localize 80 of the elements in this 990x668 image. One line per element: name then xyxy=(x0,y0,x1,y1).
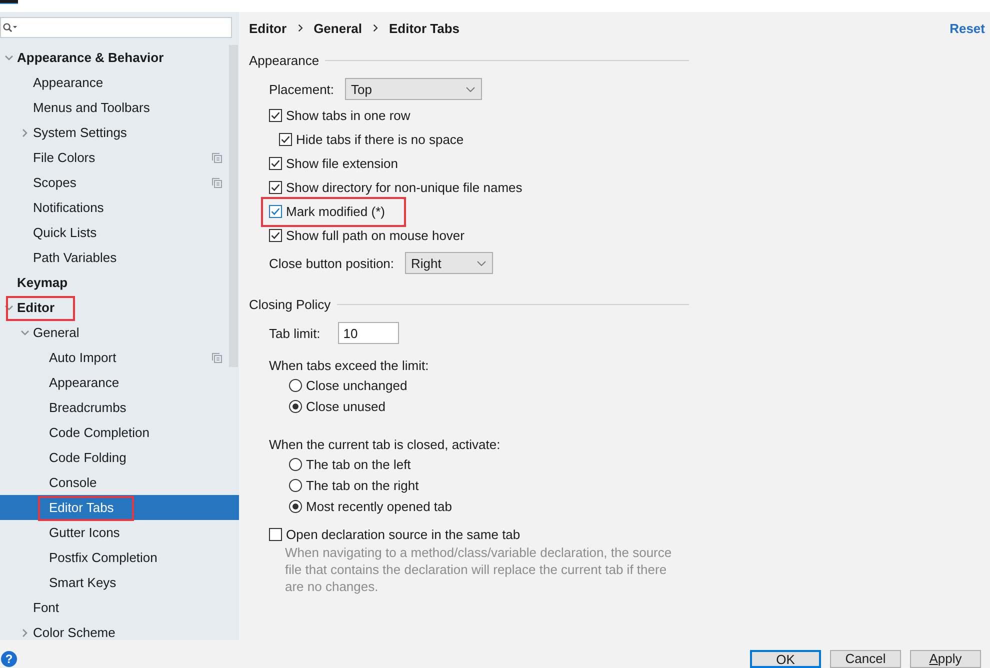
search-field[interactable] xyxy=(0,17,232,38)
tree-item[interactable]: Path Variables xyxy=(0,245,239,270)
checkbox[interactable] xyxy=(269,528,282,540)
tree-item[interactable]: Font xyxy=(0,595,239,620)
tree-item[interactable]: Console xyxy=(0,470,239,495)
checkbox[interactable] xyxy=(269,156,282,170)
breadcrumb-item: General xyxy=(314,20,362,36)
checkbox[interactable] xyxy=(279,132,292,146)
chevron-down-icon xyxy=(477,260,486,266)
breadcrumb-item: Editor Tabs xyxy=(388,20,460,36)
dialog-button[interactable]: OK xyxy=(750,650,821,668)
input-field[interactable]: 10 xyxy=(338,322,400,344)
tree-item[interactable]: Gutter Icons xyxy=(0,520,239,545)
tree-item[interactable]: Color Scheme xyxy=(0,620,239,640)
chevron-down-icon[interactable] xyxy=(5,54,13,62)
help-button[interactable]: ? xyxy=(1,651,17,667)
checkbox[interactable] xyxy=(269,228,282,242)
group-label: When tabs exceed the limit: xyxy=(269,356,429,374)
tree-item[interactable]: System Settings xyxy=(0,120,239,145)
tree-item[interactable]: Appearance & Behavior xyxy=(0,45,239,70)
tree-item[interactable]: Appearance xyxy=(0,370,239,395)
option-description: When navigating to a method/class/variable declaration, the source file that contains the declaration will replace the current tab if there are no changes. xyxy=(285,544,673,595)
radio-button[interactable] xyxy=(289,400,302,413)
tree-item[interactable]: Keymap xyxy=(0,270,239,295)
radio-button[interactable] xyxy=(289,479,302,492)
radio-button[interactable] xyxy=(289,458,302,471)
chevron-right-icon xyxy=(372,24,378,32)
checkbox-label[interactable]: Mark modified (*) xyxy=(286,204,385,218)
tree-item[interactable]: Scopes xyxy=(0,170,239,195)
tree-item[interactable]: Appearance xyxy=(0,70,239,95)
reset-link[interactable]: Reset xyxy=(950,20,985,36)
tree-item[interactable]: Menus and Toolbars xyxy=(0,95,239,120)
tree-item[interactable]: Postfix Completion xyxy=(0,545,239,570)
tree-item[interactable]: Smart Keys xyxy=(0,570,239,595)
field-label: Placement: xyxy=(269,82,334,96)
checkbox[interactable] xyxy=(269,108,282,122)
field-label: Close button position: xyxy=(269,256,394,270)
chevron-right-icon[interactable] xyxy=(21,128,29,136)
tree-item[interactable]: Editor xyxy=(0,295,239,320)
chevron-right-icon[interactable] xyxy=(21,628,29,636)
dropdown[interactable]: Top xyxy=(345,78,482,100)
checkbox-label[interactable]: Hide tabs if there is no space xyxy=(296,132,464,146)
tree-item[interactable]: File Colors xyxy=(0,145,239,170)
breadcrumb-item: Editor xyxy=(249,20,287,36)
radio-button[interactable] xyxy=(289,500,302,513)
radio-label[interactable]: The tab on the left xyxy=(306,457,411,472)
checkbox[interactable] xyxy=(269,180,282,194)
radio-label[interactable]: Close unchanged xyxy=(306,378,408,393)
app-icon xyxy=(0,0,18,4)
radio-button[interactable] xyxy=(289,379,302,392)
group-label: When the current tab is closed, activate: xyxy=(269,436,500,454)
tree-item[interactable]: Notifications xyxy=(0,195,239,220)
dialog-button[interactable]: Apply xyxy=(910,650,981,668)
radio-label[interactable]: The tab on the right xyxy=(306,478,419,493)
chevron-down-icon xyxy=(466,86,476,92)
checkbox-label[interactable]: Show file extension xyxy=(286,156,398,170)
section-title: Closing Policy xyxy=(249,296,331,312)
tree-item[interactable]: Code Completion xyxy=(0,420,239,445)
radio-label[interactable]: Close unused xyxy=(306,399,386,414)
tree-item[interactable]: Breadcrumbs xyxy=(0,395,239,420)
tree-item[interactable]: Quick Lists xyxy=(0,220,239,245)
checkbox[interactable] xyxy=(269,204,282,218)
checkbox-label[interactable]: Show full path on mouse hover xyxy=(286,228,464,242)
section-title: Appearance xyxy=(249,52,320,68)
chevron-right-icon xyxy=(298,24,303,32)
search-icon xyxy=(3,23,18,32)
tree-item[interactable]: General xyxy=(0,320,239,345)
tree-item[interactable]: Auto Import xyxy=(0,345,239,370)
dialog-button[interactable]: Cancel xyxy=(830,650,901,668)
checkbox-label[interactable]: Open declaration source in the same tab xyxy=(286,526,520,542)
chevron-down-icon[interactable] xyxy=(5,304,13,312)
dropdown[interactable]: Right xyxy=(405,252,494,274)
field-label: Tab limit: xyxy=(269,326,320,340)
scrollbar-thumb[interactable] xyxy=(229,45,238,367)
checkbox-label[interactable]: Show tabs in one row xyxy=(286,108,410,122)
checkbox-label[interactable]: Show directory for non-unique file names xyxy=(286,180,522,194)
tree-item[interactable]: Code Folding xyxy=(0,445,239,470)
radio-label[interactable]: Most recently opened tab xyxy=(306,499,452,514)
chevron-down-icon[interactable] xyxy=(21,328,29,336)
tree-item[interactable]: Editor Tabs xyxy=(0,495,239,520)
